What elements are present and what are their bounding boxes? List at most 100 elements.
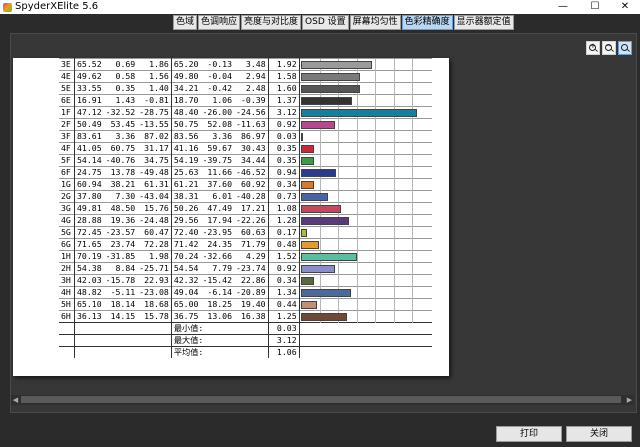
delta-e-bar-cell: [298, 142, 432, 155]
table-row: 1G 60.94 38.21 61.31 61.21 37.60 60.92 0.34: [59, 178, 432, 191]
lab-value-cell: 1.98: [137, 250, 172, 263]
delta-e-bar-cell: [298, 70, 432, 83]
lab-value-cell: 15.76: [137, 202, 172, 215]
delta-e-cell: 0.17: [267, 226, 300, 239]
gridline: [356, 275, 358, 287]
delta-e-bar-cell: [298, 310, 432, 323]
gridline: [411, 59, 413, 71]
horizontal-scrollbar[interactable]: ◀ ▶: [11, 395, 634, 405]
gridline: [337, 227, 339, 239]
delta-e-bar-cell: [298, 58, 432, 71]
gridline: [356, 155, 358, 167]
gridline: [411, 131, 413, 143]
gridline: [374, 59, 376, 71]
lab-value-cell: 0.58: [103, 70, 138, 83]
gridline: [411, 215, 413, 227]
patch-id-cell: 2F: [59, 118, 75, 131]
delta-e-cell: 1.08: [267, 202, 300, 215]
zoom-fit-icon[interactable]: [618, 41, 632, 55]
lab-value-cell: 36.75: [170, 310, 201, 323]
lab-value-cell: -25.71: [137, 262, 172, 275]
gridline: [319, 239, 321, 251]
zoom-in-icon[interactable]: +: [586, 41, 600, 55]
lab-value-cell: -28.75: [137, 106, 172, 119]
scrollbar-thumb[interactable]: [21, 396, 621, 403]
lab-value-cell: -23.95: [200, 226, 235, 239]
lab-value-cell: 65.52: [73, 58, 104, 71]
patch-id-cell: 3H: [59, 274, 75, 287]
delta-e-bar: [300, 193, 328, 201]
gridline: [411, 239, 413, 251]
gridline: [393, 215, 395, 227]
lab-value-cell: 83.56: [170, 130, 201, 143]
maximize-icon[interactable]: ☐: [580, 0, 610, 14]
lab-value-cell: 14.15: [103, 310, 138, 323]
table-row: 5H 65.10 18.14 18.68 65.00 18.25 19.40 0.44: [59, 298, 432, 311]
empty-cell: [74, 322, 172, 335]
delta-e-cell: 0.35: [267, 142, 300, 155]
gridline: [356, 167, 358, 179]
gridline: [374, 227, 376, 239]
gridline: [337, 143, 339, 155]
patch-id-cell: 6E: [59, 94, 75, 107]
scroll-left-icon[interactable]: ◀: [11, 395, 20, 405]
lab-value-cell: 1.06: [200, 94, 235, 107]
gridline: [411, 83, 413, 95]
tab-item[interactable]: 色调响应: [198, 15, 241, 30]
table-row: 6G 71.65 23.74 72.28 71.42 24.35 71.79 0.48: [59, 238, 432, 251]
summary-label: 最大值:: [170, 334, 269, 347]
gridline: [393, 203, 395, 215]
print-button[interactable]: 打印: [496, 426, 562, 442]
delta-e-bar-cell: [298, 190, 432, 203]
delta-e-cell: 0.34: [267, 274, 300, 287]
lab-value-cell: -15.78: [103, 274, 138, 287]
gridline: [374, 143, 376, 155]
delta-e-cell: 0.44: [267, 298, 300, 311]
gridline: [319, 155, 321, 167]
gridline: [356, 119, 358, 131]
tab-item[interactable]: 色彩精确度: [401, 15, 453, 30]
gridline: [393, 287, 395, 299]
tab-item[interactable]: 亮度与对比度: [241, 15, 302, 30]
tab-item[interactable]: OSD 设置: [302, 15, 349, 30]
lab-value-cell: 72.28: [137, 238, 172, 251]
lab-value-cell: -23.57: [103, 226, 138, 239]
tab-item[interactable]: 色域: [173, 15, 198, 30]
delta-e-bar-cell: [298, 106, 432, 119]
lab-value-cell: 60.63: [234, 226, 269, 239]
gridline: [356, 311, 358, 323]
lab-value-cell: 37.60: [200, 178, 235, 191]
gridline: [411, 119, 413, 131]
patch-id-cell: 6G: [59, 238, 75, 251]
lab-value-cell: 41.05: [73, 142, 104, 155]
gridline: [411, 227, 413, 239]
lab-value-cell: -15.42: [200, 274, 235, 287]
close-button[interactable]: 关闭: [566, 426, 632, 442]
lab-value-cell: 13.78: [103, 166, 138, 179]
tab-item[interactable]: 显示器额定值: [453, 15, 514, 30]
scroll-right-icon[interactable]: ▶: [625, 395, 634, 405]
delta-e-bar-cell: [298, 154, 432, 167]
lab-value-cell: 72.40: [170, 226, 201, 239]
patch-id-cell: 4E: [59, 70, 75, 83]
lab-value-cell: -0.42: [200, 82, 235, 95]
delta-e-cell: 1.28: [267, 214, 300, 227]
zoom-out-icon[interactable]: −: [602, 41, 616, 55]
gridline: [374, 155, 376, 167]
delta-e-bar: [300, 109, 417, 117]
empty-cell: [74, 346, 172, 358]
close-window-icon[interactable]: ✕: [610, 0, 640, 14]
lab-value-cell: 60.75: [103, 142, 138, 155]
lab-value-cell: -5.11: [103, 286, 138, 299]
minimize-icon[interactable]: —: [548, 0, 578, 14]
gridline: [337, 131, 339, 143]
table-row: 3E 65.52 0.69 1.86 65.20 -0.13 3.48 1.92: [59, 58, 432, 71]
lab-value-cell: 42.32: [170, 274, 201, 287]
delta-e-bar-cell: [298, 250, 432, 263]
tab-item[interactable]: 屏幕均匀性: [349, 15, 401, 30]
lab-value-cell: 18.25: [200, 298, 235, 311]
lab-value-cell: 17.21: [234, 202, 269, 215]
lab-value-cell: -32.66: [200, 250, 235, 263]
lab-value-cell: 71.65: [73, 238, 104, 251]
lab-value-cell: 48.82: [73, 286, 104, 299]
